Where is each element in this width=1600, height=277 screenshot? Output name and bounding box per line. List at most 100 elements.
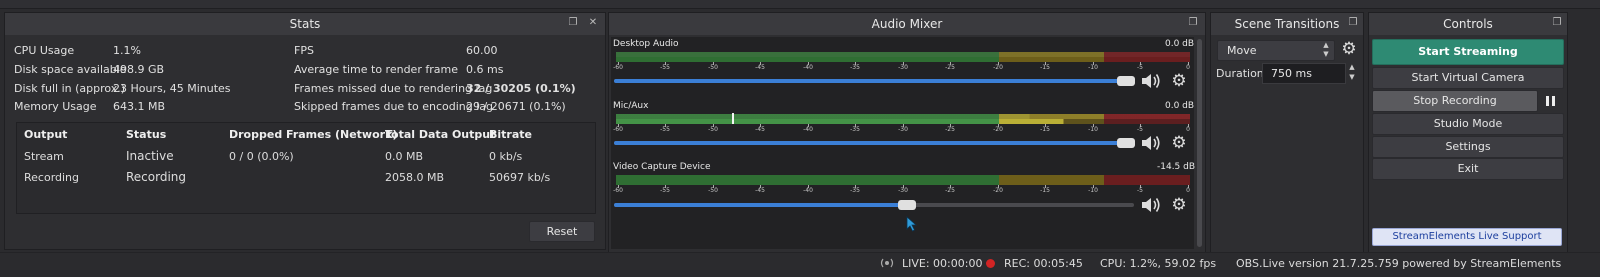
float-dock-icon[interactable]: ❐ [1551, 17, 1563, 29]
stat-value-cpu: 1.1% [113, 44, 141, 57]
tick-label: -15 [1040, 187, 1050, 194]
speaker-icon[interactable] [1140, 196, 1162, 214]
peak-marker [732, 113, 734, 124]
stats-title: Stats [5, 13, 605, 35]
tick-label: -25 [945, 126, 955, 133]
stat-label-memory: Memory Usage [14, 100, 97, 113]
start-streaming-button[interactable]: Start Streaming [1372, 39, 1564, 65]
updown-arrows-icon: ▲ ▼ [1323, 41, 1329, 58]
transition-select[interactable]: Move ▲ ▼ [1217, 40, 1335, 61]
tick-label: -40 [803, 126, 813, 133]
stat-label-fps: FPS [294, 44, 314, 57]
tick-label: -10 [1088, 64, 1098, 71]
tick-label: 0 [1186, 187, 1190, 194]
broadcast-icon [878, 256, 896, 270]
mouse-cursor-icon [906, 216, 918, 232]
tick-label: -25 [945, 187, 955, 194]
float-dock-icon[interactable]: ❐ [1347, 17, 1359, 29]
tick-label: 0 [1186, 126, 1190, 133]
tick-label: -25 [945, 64, 955, 71]
cpu-fps-readout: CPU: 1.2%, 59.02 fps [1100, 257, 1217, 270]
float-dock-icon[interactable]: ❐ [1187, 17, 1199, 29]
tick-label: -60 [613, 187, 623, 194]
volume-slider-fill [614, 203, 906, 207]
settings-button[interactable]: Settings [1372, 136, 1564, 158]
gear-icon[interactable]: ⚙ [1170, 134, 1188, 152]
tick-label: -20 [993, 187, 1003, 194]
tick-label: -45 [755, 187, 765, 194]
tick-label: -35 [850, 64, 860, 71]
volume-slider-fill [614, 141, 1126, 145]
tick-label: -10 [1088, 187, 1098, 194]
live-timer: LIVE: 00:00:00 [902, 257, 983, 270]
row-stream-dropped: 0 / 0 (0.0%) [229, 150, 294, 163]
row-stream-status: Inactive [126, 149, 174, 163]
stat-label-encoding-lag: Skipped frames due to encoding lag [294, 100, 494, 113]
stat-value-encoding-lag: 29 / 20671 (0.1%) [466, 100, 566, 113]
tick-label: -20 [993, 64, 1003, 71]
channel-db-desktop-audio: 0.0 dB [1165, 39, 1195, 49]
close-dock-icon[interactable]: ✕ [587, 17, 599, 29]
tick-label: -15 [1040, 64, 1050, 71]
channel-name-desktop-audio: Desktop Audio [613, 39, 679, 49]
tick-label: -55 [660, 126, 670, 133]
gear-icon[interactable]: ⚙ [1340, 40, 1358, 58]
volume-slider-handle[interactable] [898, 200, 916, 210]
spin-down-icon[interactable]: ▼ [1346, 73, 1358, 82]
row-recording-total: 2058.0 MB [385, 171, 445, 184]
float-dock-icon[interactable]: ❐ [567, 17, 579, 29]
tick-label: -5 [1137, 126, 1143, 133]
stop-recording-button[interactable]: Stop Recording [1372, 90, 1538, 112]
duration-value: 750 ms [1271, 67, 1312, 80]
stat-value-disk-full: 23 Hours, 45 Minutes [113, 82, 231, 95]
stat-value-render-lag: 32 / 30205 (0.1%) [466, 82, 576, 95]
top-toolbar-strip [0, 0, 1600, 9]
gear-icon[interactable]: ⚙ [1170, 72, 1188, 90]
duration-spinbox[interactable]: 750 ms [1262, 63, 1346, 84]
row-recording-bitrate: 50697 kb/s [489, 171, 551, 184]
speaker-icon[interactable] [1140, 72, 1162, 90]
controls-title: Controls [1369, 13, 1567, 35]
tick-label: -30 [898, 64, 908, 71]
tick-label: -15 [1040, 126, 1050, 133]
scene-transitions-title: Scene Transitions [1211, 13, 1363, 35]
stat-label-render-lag: Frames missed due to rendering lag [294, 82, 493, 95]
speaker-icon[interactable] [1140, 134, 1162, 152]
row-stream-output: Stream [24, 150, 64, 163]
volume-slider-fill [614, 79, 1126, 83]
duration-label: Duration [1216, 67, 1264, 80]
stat-value-memory: 643.1 MB [113, 100, 166, 113]
record-dot-icon [986, 259, 995, 268]
spin-up-icon[interactable]: ▲ [1346, 63, 1358, 72]
stat-value-fps: 60.00 [466, 44, 498, 57]
tick-label: -60 [613, 64, 623, 71]
tick-label: -55 [660, 187, 670, 194]
version-text: OBS.Live version 21.7.25.759 powered by … [1236, 257, 1562, 270]
streamelements-support-button[interactable]: StreamElements Live Support [1372, 228, 1562, 246]
tick-label: -30 [898, 187, 908, 194]
stat-label-cpu: CPU Usage [14, 44, 75, 57]
tick-label: 0 [1186, 64, 1190, 71]
studio-mode-button[interactable]: Studio Mode [1372, 113, 1564, 135]
tick-label: -50 [708, 64, 718, 71]
tick-label: -45 [755, 64, 765, 71]
tick-label: -30 [898, 126, 908, 133]
tick-label: -35 [850, 126, 860, 133]
volume-slider-handle[interactable] [1117, 76, 1135, 86]
tick-label: -35 [850, 187, 860, 194]
tick-label: -20 [993, 126, 1003, 133]
exit-button[interactable]: Exit [1372, 158, 1564, 180]
tick-label: -40 [803, 64, 813, 71]
tick-label: -50 [708, 126, 718, 133]
row-stream-total: 0.0 MB [385, 150, 424, 163]
row-recording-status: Recording [126, 170, 187, 184]
start-virtual-camera-button[interactable]: Start Virtual Camera [1372, 67, 1564, 89]
pause-icon[interactable] [1540, 90, 1562, 112]
tick-label: -50 [708, 187, 718, 194]
gear-icon[interactable]: ⚙ [1170, 196, 1188, 214]
reset-button[interactable]: Reset [529, 221, 595, 242]
channel-db-video-capture: -14.5 dB [1157, 162, 1196, 172]
tick-label: -10 [1088, 126, 1098, 133]
tick-label: -55 [660, 64, 670, 71]
volume-slider-handle[interactable] [1117, 138, 1135, 148]
